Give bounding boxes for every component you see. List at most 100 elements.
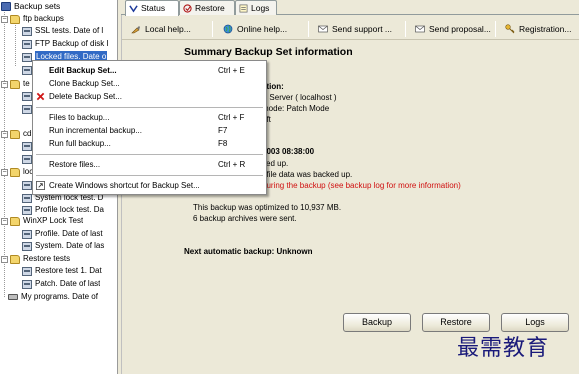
collapse-icon[interactable]: − bbox=[1, 80, 8, 88]
folder-icon bbox=[10, 79, 20, 89]
backup-set-icon bbox=[22, 266, 32, 276]
tab-logs[interactable]: Logs bbox=[235, 0, 277, 15]
menu-item-files-to-backup[interactable]: Files to backup... Ctrl + F bbox=[33, 111, 266, 124]
menu-item-label: Delete Backup Set... bbox=[49, 92, 122, 101]
link-label: Online help... bbox=[237, 24, 288, 34]
tree-item-label: FTP Backup of disk I bbox=[35, 39, 109, 48]
registration-link[interactable]: Registration... bbox=[502, 20, 574, 38]
watermark-logo: 最需教育 bbox=[457, 336, 550, 361]
send-proposal-link[interactable]: Send proposal... bbox=[412, 20, 494, 38]
tree-folder-restore-tests[interactable]: − Restore tests bbox=[1, 253, 70, 265]
send-support-link[interactable]: Send support ... bbox=[315, 20, 395, 38]
menu-item-run-incremental-backup[interactable]: Run incremental backup... F7 bbox=[33, 124, 266, 137]
menu-item-label: Run incremental backup... bbox=[49, 126, 142, 135]
menu-item-shortcut: Ctrl + F bbox=[218, 113, 245, 122]
help-link-bar: Local help... Online help... Send suppor… bbox=[122, 18, 579, 40]
backup-set-icon bbox=[22, 205, 32, 215]
tree-folder-ftp-backups[interactable]: − ftp backups bbox=[1, 13, 64, 25]
menu-item-shortcut: F8 bbox=[218, 139, 228, 148]
tree-item-profile[interactable]: Profile. Date of last bbox=[22, 228, 103, 240]
tab-label: Logs bbox=[251, 2, 270, 13]
tree-item-label: ftp backups bbox=[23, 14, 64, 23]
online-help-link[interactable]: Online help... bbox=[220, 20, 290, 38]
summary-server-fragment: P Server ( localhost ) bbox=[262, 93, 337, 102]
summary-filedata-fragment: f file data was backed up. bbox=[262, 170, 353, 179]
logs-icon bbox=[239, 4, 248, 12]
tree-folder-te[interactable]: − te bbox=[1, 78, 30, 90]
local-help-icon bbox=[131, 26, 140, 34]
tab-status[interactable]: Status bbox=[125, 0, 179, 16]
tree-item-label: te bbox=[23, 79, 30, 88]
menu-item-label: Clone Backup Set... bbox=[49, 79, 120, 88]
tree-item-label: SSL tests. Date of l bbox=[35, 26, 104, 35]
menu-item-label: Files to backup... bbox=[49, 113, 110, 122]
menu-item-edit-backup-set[interactable]: Edit Backup Set... Ctrl + E bbox=[33, 64, 266, 77]
tree-item-ssl-tests[interactable]: SSL tests. Date of l bbox=[22, 25, 103, 37]
link-label: Send proposal... bbox=[429, 24, 491, 34]
tree-item-restore-test-1[interactable]: Restore test 1. Dat bbox=[22, 265, 102, 277]
backup-set-icon bbox=[22, 52, 32, 62]
folder-icon bbox=[10, 129, 20, 139]
link-label: Local help... bbox=[145, 24, 191, 34]
mail-icon bbox=[415, 25, 425, 33]
folder-icon bbox=[10, 254, 20, 264]
collapse-icon[interactable]: − bbox=[1, 168, 8, 176]
delete-icon bbox=[36, 92, 45, 101]
backup-set-icon bbox=[22, 104, 32, 114]
next-backup: Next automatic backup: Unknown bbox=[184, 247, 313, 256]
summary-error-fragment: during the backup (see backup log for mo… bbox=[262, 181, 461, 190]
tree-item-patch[interactable]: Patch. Date of last bbox=[22, 278, 100, 290]
folder-icon bbox=[10, 167, 20, 177]
mail-icon bbox=[318, 25, 328, 33]
collapse-icon[interactable]: − bbox=[1, 15, 8, 23]
local-help-link[interactable]: Local help... bbox=[128, 20, 194, 38]
menu-item-restore-files[interactable]: Restore files... Ctrl + R bbox=[33, 158, 266, 171]
collapse-icon[interactable]: − bbox=[1, 255, 8, 263]
summary-optimized: This backup was optimized to 10,937 MB. bbox=[193, 203, 342, 212]
tree-root[interactable]: Backup sets bbox=[1, 0, 60, 12]
collapse-icon[interactable]: − bbox=[1, 130, 8, 138]
summary-date-fragment: 2003 08:38:00 bbox=[262, 147, 315, 156]
tree-item-label: Restore tests bbox=[23, 254, 71, 263]
tab-restore[interactable]: Restore bbox=[179, 0, 235, 15]
tree-item-label: System. Date of las bbox=[35, 241, 105, 250]
backup-set-icon bbox=[22, 39, 32, 49]
drive-icon bbox=[8, 294, 18, 300]
shortcut-icon bbox=[36, 181, 45, 190]
backup-button[interactable]: Backup bbox=[343, 313, 411, 332]
collapse-icon[interactable]: − bbox=[1, 217, 8, 225]
menu-item-delete-backup-set[interactable]: Delete Backup Set... bbox=[33, 90, 266, 103]
tree-item-label: cd bbox=[23, 129, 32, 138]
key-icon bbox=[505, 24, 515, 34]
menu-item-label: Edit Backup Set... bbox=[49, 66, 117, 75]
link-label: Registration... bbox=[519, 24, 572, 34]
menu-separator bbox=[36, 107, 263, 108]
backup-sets-icon bbox=[1, 1, 11, 11]
tree-item-label: Restore test 1. Dat bbox=[35, 266, 102, 275]
tree-folder-loc[interactable]: − loc bbox=[1, 166, 33, 178]
backup-set-icon bbox=[22, 65, 32, 75]
tree-item-label: Patch. Date of last bbox=[35, 279, 101, 288]
tree-item-my-programs[interactable]: My programs. Date of bbox=[8, 291, 98, 303]
menu-separator bbox=[36, 175, 263, 176]
menu-item-shortcut: Ctrl + R bbox=[218, 160, 246, 169]
tree-item-ftp-backup-disk[interactable]: FTP Backup of disk I bbox=[22, 38, 109, 50]
summary-mode-fragment: mode: Patch Mode bbox=[262, 104, 330, 113]
tree-folder-cd[interactable]: − cd bbox=[1, 128, 31, 140]
backup-set-icon bbox=[22, 180, 32, 190]
summary-archives: 6 backup archives were sent. bbox=[193, 214, 297, 223]
menu-item-run-full-backup[interactable]: Run full backup... F8 bbox=[33, 137, 266, 150]
folder-icon bbox=[10, 216, 20, 226]
menu-item-shortcut: Ctrl + E bbox=[218, 66, 245, 75]
menu-item-clone-backup-set[interactable]: Clone Backup Set... bbox=[33, 77, 266, 90]
link-separator bbox=[308, 21, 309, 37]
tab-label: Restore bbox=[195, 2, 225, 13]
summary-title: Summary Backup Set information bbox=[184, 46, 353, 58]
backup-set-icon bbox=[22, 241, 32, 251]
tree-root-label: Backup sets bbox=[14, 1, 61, 11]
tree-guide-line bbox=[15, 22, 16, 66]
tree-folder-winxp-lock-test[interactable]: − WinXP Lock Test bbox=[1, 215, 83, 227]
tab-label: Status bbox=[141, 3, 166, 13]
menu-item-create-windows-shortcut[interactable]: Create Windows shortcut for Backup Set..… bbox=[33, 179, 266, 192]
tree-item-system[interactable]: System. Date of las bbox=[22, 240, 104, 252]
